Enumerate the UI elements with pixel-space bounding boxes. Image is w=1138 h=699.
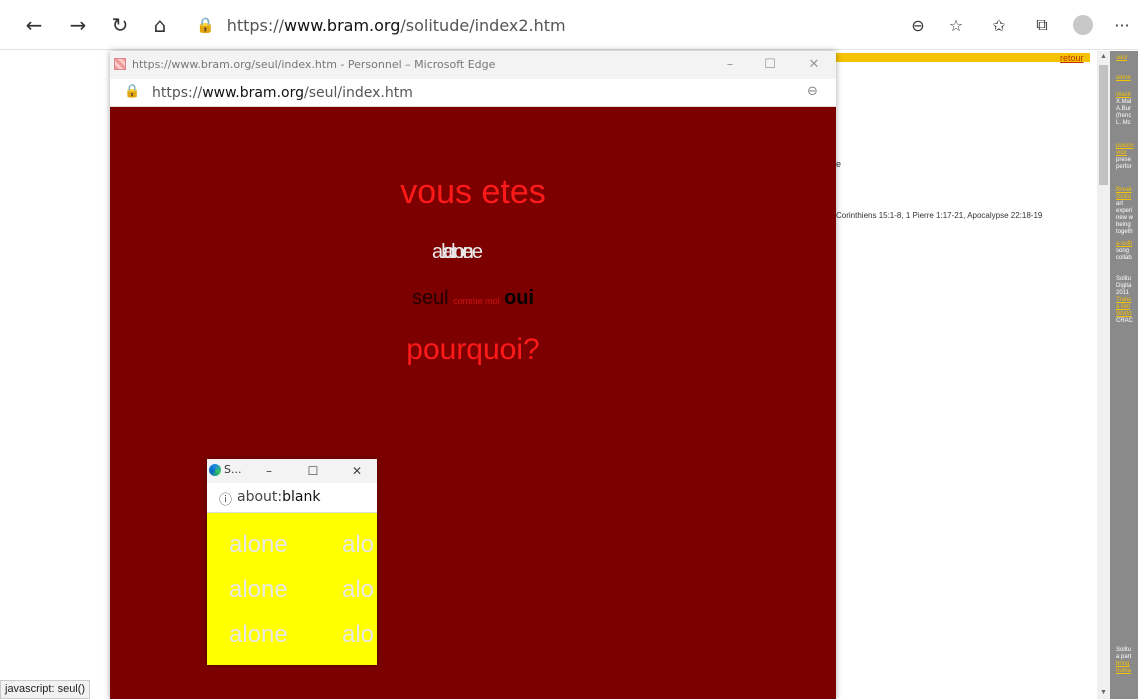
sidebar-text: 2011	[1116, 290, 1129, 296]
sidebar-text: prese	[1116, 157, 1132, 163]
scroll-up-icon[interactable]: ▲	[1097, 51, 1110, 63]
sidebar-text: being	[1116, 222, 1131, 228]
sidebar-link[interactable]: réacti	[1116, 92, 1131, 99]
sidebar-link[interactable]: bring	[1116, 661, 1129, 668]
sidebar-text: Digita	[1116, 283, 1132, 289]
lock-icon: 🔒	[124, 84, 141, 99]
minimize-icon[interactable]: –	[720, 55, 740, 75]
sidebar-link[interactable]: poison	[1116, 143, 1134, 150]
sidebar-text: song	[1116, 248, 1130, 254]
sidebar-text: experi	[1116, 208, 1133, 214]
sidebar-text: a part	[1116, 654, 1132, 660]
back-arrow-icon[interactable]: ←	[20, 11, 48, 39]
favorites-icon[interactable]: ✩	[985, 11, 1013, 39]
sidebar-text: new w	[1116, 215, 1134, 221]
popup-title: https://www.bram.org/seul/index.htm - Pe…	[132, 58, 496, 71]
close-icon[interactable]: ✕	[804, 55, 824, 75]
popup-url[interactable]: about:blank	[237, 489, 320, 505]
bible-references: Corinthiens 15:1-8, 1 Pierre 1:17-21, Ap…	[836, 211, 1043, 220]
forward-arrow-icon[interactable]: →	[64, 11, 92, 39]
maximize-icon[interactable]: ☐	[760, 55, 780, 75]
collections-icon[interactable]: ⧉	[1028, 11, 1056, 39]
header-bar	[835, 53, 1090, 62]
overlapping-alone-text: alone alone	[110, 241, 836, 267]
popup-url[interactable]: https://www.bram.org/seul/index.htm	[152, 85, 413, 101]
close-icon[interactable]: ✕	[347, 461, 367, 481]
text-fragment: e	[836, 159, 842, 169]
sidebar-link[interactable]: a Bet	[1116, 304, 1130, 311]
sidebar-link[interactable]: voix	[1116, 150, 1127, 157]
sidebar-link[interactable]: Trans	[1116, 297, 1131, 304]
alone-text: alone	[229, 621, 288, 648]
browser-toolbar: ← → ↻ ⌂ 🔒 https://www.bram.org/solitude/…	[0, 0, 1138, 50]
alone-text: alone	[229, 531, 288, 558]
popup-titlebar[interactable]: https://www.bram.org/seul/index.htm - Pe…	[110, 51, 836, 79]
profile-icon[interactable]	[1069, 11, 1097, 39]
sidebar-text: L. Mc	[1116, 120, 1131, 126]
favicon-icon	[114, 58, 126, 70]
maximize-icon[interactable]: ☐	[303, 461, 323, 481]
refresh-icon[interactable]: ↻	[106, 11, 134, 39]
url-prefix: https://	[152, 85, 203, 101]
url-prefix: about:	[237, 489, 283, 505]
alone-text: alone	[442, 241, 483, 263]
sidebar-text: togeth	[1116, 229, 1133, 235]
alone-text: alo	[342, 531, 375, 558]
sidebar-link[interactable]: Break	[1116, 187, 1132, 194]
sidebar-text: art	[1116, 201, 1124, 207]
sidebar-link[interactable]: World	[1116, 311, 1132, 318]
zoom-out-icon[interactable]: ⊖	[904, 11, 932, 39]
address-bar[interactable]: 🔒 https://www.bram.org/solitude/index2.h…	[196, 11, 896, 39]
page-scrollbar[interactable]: ▲ ▼	[1097, 51, 1110, 699]
popup-window-blank[interactable]: S... – ☐ ✕ ⓘ about:blank alone alo alone…	[207, 459, 377, 665]
url-domain: www.bram.org	[284, 15, 401, 35]
minimize-icon[interactable]: –	[259, 461, 279, 481]
address-url[interactable]: https://www.bram.org/solitude/index2.htm	[227, 16, 566, 35]
popup-address-bar[interactable]: ⓘ about:blank	[207, 483, 377, 513]
sidebar-text: CRAC	[1116, 318, 1134, 324]
sidebar-text: collab	[1116, 255, 1132, 261]
alone-text: alone	[229, 576, 288, 603]
pourquoi-text: pourquoi?	[406, 333, 540, 366]
seul-comme-moi-line: seul comme moi oui	[110, 287, 836, 310]
scrollbar-thumb[interactable]	[1099, 65, 1108, 185]
url-path: /seul/index.htm	[303, 85, 413, 101]
more-icon[interactable]: ···	[1108, 11, 1136, 39]
scroll-down-icon[interactable]: ▼	[1097, 687, 1110, 699]
sidebar-text: perfor	[1116, 164, 1132, 170]
status-bar: javascript: seul()	[0, 680, 91, 699]
sidebar-link[interactable]: a-solit	[1116, 241, 1132, 248]
sidebar-link[interactable]: huma	[1116, 668, 1131, 675]
lock-icon: 🔒	[196, 16, 215, 34]
sidebar-link[interactable]: Solitu	[1116, 194, 1131, 201]
sidebar-text: X.Mal	[1116, 99, 1132, 105]
oui-text: oui	[504, 287, 535, 309]
edge-icon	[209, 464, 221, 476]
url-rest: blank	[282, 489, 321, 505]
sidebar-text: A.Bur	[1116, 106, 1132, 112]
url-prefix: https://	[226, 15, 285, 35]
sidebar-link[interactable]: seul	[1116, 55, 1127, 62]
url-path: /solitude/index2.htm	[400, 15, 566, 35]
right-sidebar: seul alone réacti X.Mal A.Bur (frenc L. Mc pois…	[1110, 51, 1138, 699]
vous-etes-text: vous etes	[400, 173, 546, 211]
alone-text: alo	[342, 576, 375, 603]
zoom-out-icon[interactable]: ⊖	[807, 84, 818, 99]
add-favorite-icon[interactable]: ☆	[942, 11, 970, 39]
sidebar-link[interactable]: alone	[1116, 75, 1131, 82]
alone-text: alo	[342, 621, 375, 648]
sidebar-text: (frenc	[1116, 113, 1132, 119]
popup-titlebar[interactable]: S... – ☐ ✕	[207, 459, 377, 483]
sidebar-text: Solitu	[1116, 647, 1132, 653]
sidebar-text: Solitu	[1116, 276, 1132, 282]
home-icon[interactable]: ⌂	[146, 11, 174, 39]
seul-text: seul	[411, 287, 449, 309]
info-icon[interactable]: ⓘ	[219, 489, 232, 508]
popup-title: S...	[224, 463, 242, 476]
url-domain: www.bram.org	[202, 85, 304, 101]
popup-address-bar[interactable]: 🔒 https://www.bram.org/seul/index.htm ⊖	[110, 79, 836, 107]
retour-link[interactable]: retour	[1060, 53, 1084, 63]
comme-moi-text: comme moi	[453, 296, 500, 306]
